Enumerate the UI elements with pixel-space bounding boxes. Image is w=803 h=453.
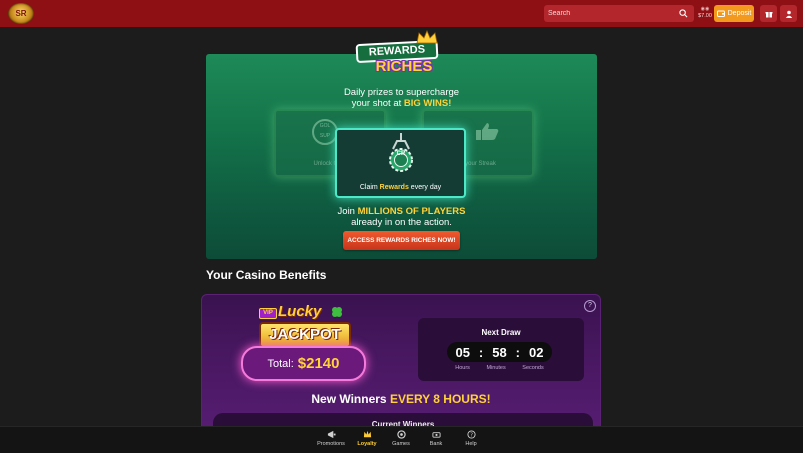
winners-text: New Winners: [311, 392, 390, 406]
jackpot-total: Total: $2140: [241, 346, 366, 381]
hours-label: Hours: [455, 365, 470, 371]
nav-bank[interactable]: Bank: [416, 430, 456, 447]
search-box[interactable]: [544, 5, 694, 22]
claim-rewards-card[interactable]: CR Claim Rewards every day: [335, 128, 466, 198]
next-draw-panel: Next Draw 05 : 58 : 02 Hours Minutes Sec…: [418, 318, 584, 381]
total-value: $2140: [297, 355, 340, 372]
access-rewards-button[interactable]: ACCESS REWARDS RICHES NOW!: [343, 231, 460, 250]
top-bar: SR ◉◉ $7.00 Deposit: [0, 0, 803, 27]
wallet-balance[interactable]: ◉◉ $7.00: [697, 6, 713, 22]
tagline-line-1: Daily prizes to supercharge: [343, 87, 460, 98]
bottom-nav: Promotions Loyalty Games Bank ? Help: [0, 426, 803, 453]
rewards-logo-bottom: RICHES: [375, 58, 433, 75]
tagline-highlight: BIG WINS!: [403, 98, 452, 109]
wallet-amount: $7.00: [698, 13, 712, 19]
minutes-label: Minutes: [486, 365, 506, 371]
deposit-label: Deposit: [727, 10, 752, 17]
countdown-minutes: 58: [492, 344, 507, 360]
crown-icon: [416, 30, 438, 44]
coins-icon: ◉◉: [700, 6, 710, 12]
chip-label: CR: [396, 151, 406, 157]
badge-text: GOL SUP: [319, 123, 331, 139]
countdown-seconds: 02: [528, 344, 544, 360]
countdown-sep: :: [515, 344, 521, 360]
deposit-button[interactable]: Deposit: [714, 5, 754, 22]
countdown-sep: :: [478, 344, 484, 360]
join-prefix: Join: [337, 206, 358, 217]
clover-icon: [332, 307, 342, 317]
rewards-riches-logo: REWARDS RICHES: [355, 30, 446, 80]
countdown-clock: 05 : 58 : 02: [447, 342, 552, 362]
vip-lucky-jackpot-logo: VIP Lucky JACKPOT: [256, 303, 352, 351]
join-highlight: MILLIONS OF PLAYERS: [357, 206, 466, 217]
vip-badge: VIP: [259, 308, 277, 319]
claim-pre: Claim: [359, 184, 380, 191]
next-draw-title: Next Draw: [481, 328, 521, 337]
help-icon: ?: [466, 430, 476, 439]
winners-heading: New Winners EVERY 8 HOURS!: [201, 392, 601, 406]
section-title: Your Casino Benefits: [206, 268, 327, 282]
bank-icon: [431, 432, 441, 438]
search-input[interactable]: [548, 5, 674, 22]
jackpot-word: JACKPOT: [259, 322, 351, 348]
help-icon[interactable]: ?: [584, 300, 596, 312]
join-text: Join MILLIONS OF PLAYERS already in on t…: [206, 206, 597, 228]
gift-icon: [765, 11, 772, 17]
claim-post: every day: [408, 184, 442, 191]
svg-text:?: ?: [470, 433, 473, 439]
seconds-label: Seconds: [522, 365, 544, 371]
rewards-tagline: Daily prizes to supercharge your shot at…: [206, 87, 597, 109]
gift-button[interactable]: [760, 5, 777, 22]
tagline-text: your shot at: [351, 98, 404, 109]
countdown-hours: 05: [455, 344, 470, 360]
countdown-units: Hours Minutes Seconds: [447, 365, 552, 371]
site-logo[interactable]: SR: [8, 3, 34, 24]
nav-games[interactable]: Games: [381, 430, 421, 447]
join-line-2: already in on the action.: [351, 217, 452, 228]
account-button[interactable]: [780, 5, 797, 22]
crown-icon: [363, 430, 371, 438]
nav-label: Help: [465, 441, 477, 447]
wallet-icon: [716, 10, 725, 17]
tagline-line-2: your shot at BIG WINS!: [206, 98, 597, 109]
join-line-1: Join MILLIONS OF PLAYERS: [206, 206, 597, 217]
nav-label: Promotions: [317, 441, 345, 447]
user-icon: [785, 10, 792, 18]
logo-text: SR: [15, 9, 27, 18]
nav-label: Bank: [429, 441, 443, 447]
claim-bold: Rewards: [379, 184, 409, 191]
games-chip-icon: [396, 430, 406, 439]
search-icon[interactable]: [679, 9, 688, 18]
nav-promotions[interactable]: Promotions: [311, 430, 351, 447]
claim-caption: Claim Rewards every day: [337, 184, 464, 191]
winners-highlight: EVERY 8 HOURS!: [389, 392, 491, 406]
total-label: Total:: [267, 357, 294, 370]
lucky-text: Lucky: [278, 303, 322, 320]
nav-label: Games: [392, 441, 410, 447]
nav-help[interactable]: ? Help: [451, 430, 491, 447]
thumbs-up-icon: [476, 123, 499, 140]
promotions-icon: [327, 430, 336, 439]
